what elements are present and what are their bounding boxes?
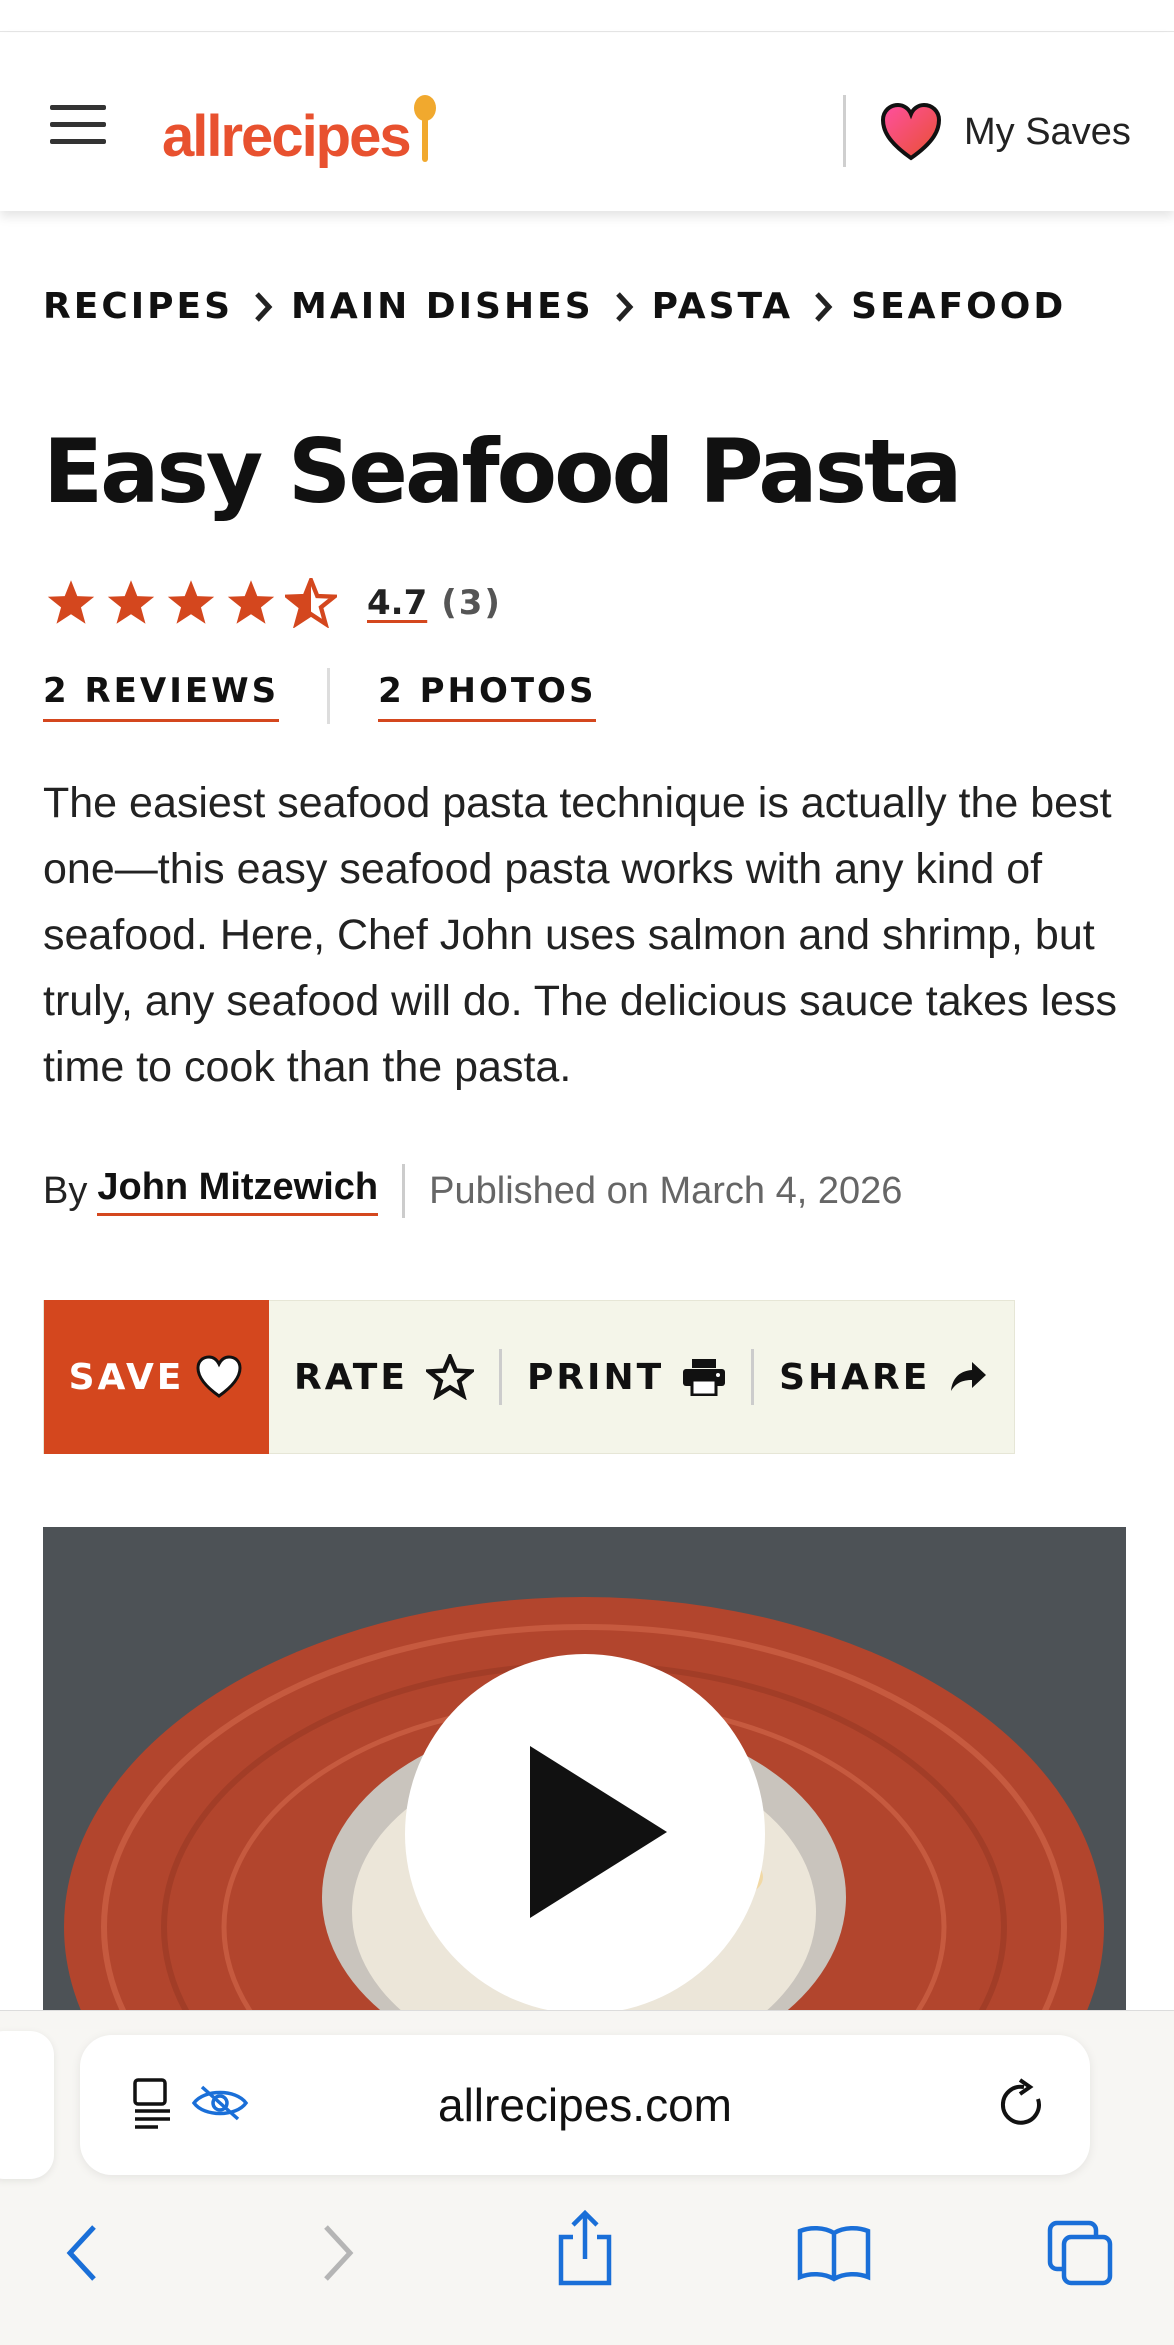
divider — [402, 1164, 406, 1218]
divider — [327, 668, 331, 724]
action-bar: SAVE RATE PRINT SHARE — [43, 1300, 1015, 1454]
share-button[interactable]: SHARE — [754, 1300, 1013, 1454]
play-button[interactable] — [405, 1654, 765, 2011]
photos-link[interactable]: 2 PHOTOS — [378, 671, 597, 722]
printer-icon — [683, 1359, 726, 1396]
browser-chrome: allrecipes.com — [0, 2010, 1174, 2345]
rating-row: 4.7 (3) — [45, 578, 502, 628]
my-saves-link[interactable]: My Saves — [880, 97, 1131, 167]
breadcrumb-seafood[interactable]: SEAFOOD — [851, 286, 1066, 327]
star-full-icon — [47, 580, 95, 624]
bookmarks-icon[interactable] — [796, 2223, 872, 2283]
by-label: By — [43, 1169, 88, 1212]
star-full-icon — [227, 580, 275, 624]
browser-toolbar — [0, 2201, 1174, 2311]
star-outline-icon — [425, 1354, 474, 1400]
breadcrumb-recipes[interactable]: RECIPES — [43, 286, 233, 327]
recipe-description: The easiest seafood pasta technique is a… — [43, 779, 1117, 1091]
rating-value[interactable]: 4.7 — [367, 583, 427, 623]
chevron-right-icon — [615, 291, 634, 322]
page-title: Easy Seafood Pasta — [43, 420, 962, 523]
reload-icon[interactable] — [998, 2077, 1050, 2133]
menu-icon[interactable] — [50, 105, 106, 145]
save-button[interactable]: SAVE — [44, 1300, 269, 1454]
header-divider — [843, 95, 846, 167]
chevron-right-icon — [815, 291, 833, 322]
author-link[interactable]: John Mitzewich — [97, 1166, 379, 1216]
heart-outline-icon — [196, 1355, 242, 1398]
share-icon[interactable] — [555, 2209, 615, 2289]
published-date: Published on March 4, 2026 — [429, 1169, 903, 1212]
logo-text: allrecipes — [162, 103, 412, 169]
site-header: allrecipes My Saves — [0, 33, 1174, 211]
chevron-right-icon — [255, 291, 273, 322]
rating-stars[interactable] — [45, 578, 345, 628]
status-strip — [0, 0, 1174, 32]
print-label: PRINT — [526, 1356, 665, 1398]
breadcrumb: RECIPES MAIN DISHES PASTA SEAFOOD — [43, 286, 1066, 327]
breadcrumb-pasta[interactable]: PASTA — [652, 286, 794, 327]
byline: By John Mitzewich Published on March 4, … — [43, 1164, 902, 1218]
save-label: SAVE — [68, 1356, 185, 1398]
spoon-icon — [413, 95, 436, 162]
url-text[interactable]: allrecipes.com — [80, 2035, 1090, 2175]
back-icon[interactable] — [60, 2221, 104, 2285]
recipe-video[interactable] — [43, 1527, 1126, 2011]
my-saves-label: My Saves — [964, 110, 1131, 153]
rate-label: RATE — [294, 1356, 408, 1398]
address-bar[interactable]: allrecipes.com — [80, 2035, 1090, 2175]
print-button[interactable]: PRINT — [502, 1300, 751, 1454]
breadcrumb-main-dishes[interactable]: MAIN DISHES — [291, 286, 594, 327]
forward-icon[interactable] — [316, 2221, 360, 2285]
share-label: SHARE — [779, 1356, 931, 1398]
rating-count: (3) — [441, 583, 502, 623]
share-arrow-icon — [951, 1362, 987, 1391]
review-photo-links: 2 REVIEWS 2 PHOTOS — [43, 668, 597, 724]
previous-tab-card[interactable] — [0, 2031, 54, 2179]
play-icon — [530, 1746, 667, 1918]
heart-icon — [880, 102, 942, 161]
reviews-link[interactable]: 2 REVIEWS — [43, 671, 280, 722]
star-full-icon — [167, 580, 215, 624]
site-logo[interactable]: allrecipes — [162, 81, 438, 191]
tabs-icon[interactable] — [1046, 2219, 1116, 2289]
star-full-icon — [107, 580, 155, 624]
rate-button[interactable]: RATE — [269, 1300, 499, 1454]
star-half-icon — [285, 578, 337, 628]
